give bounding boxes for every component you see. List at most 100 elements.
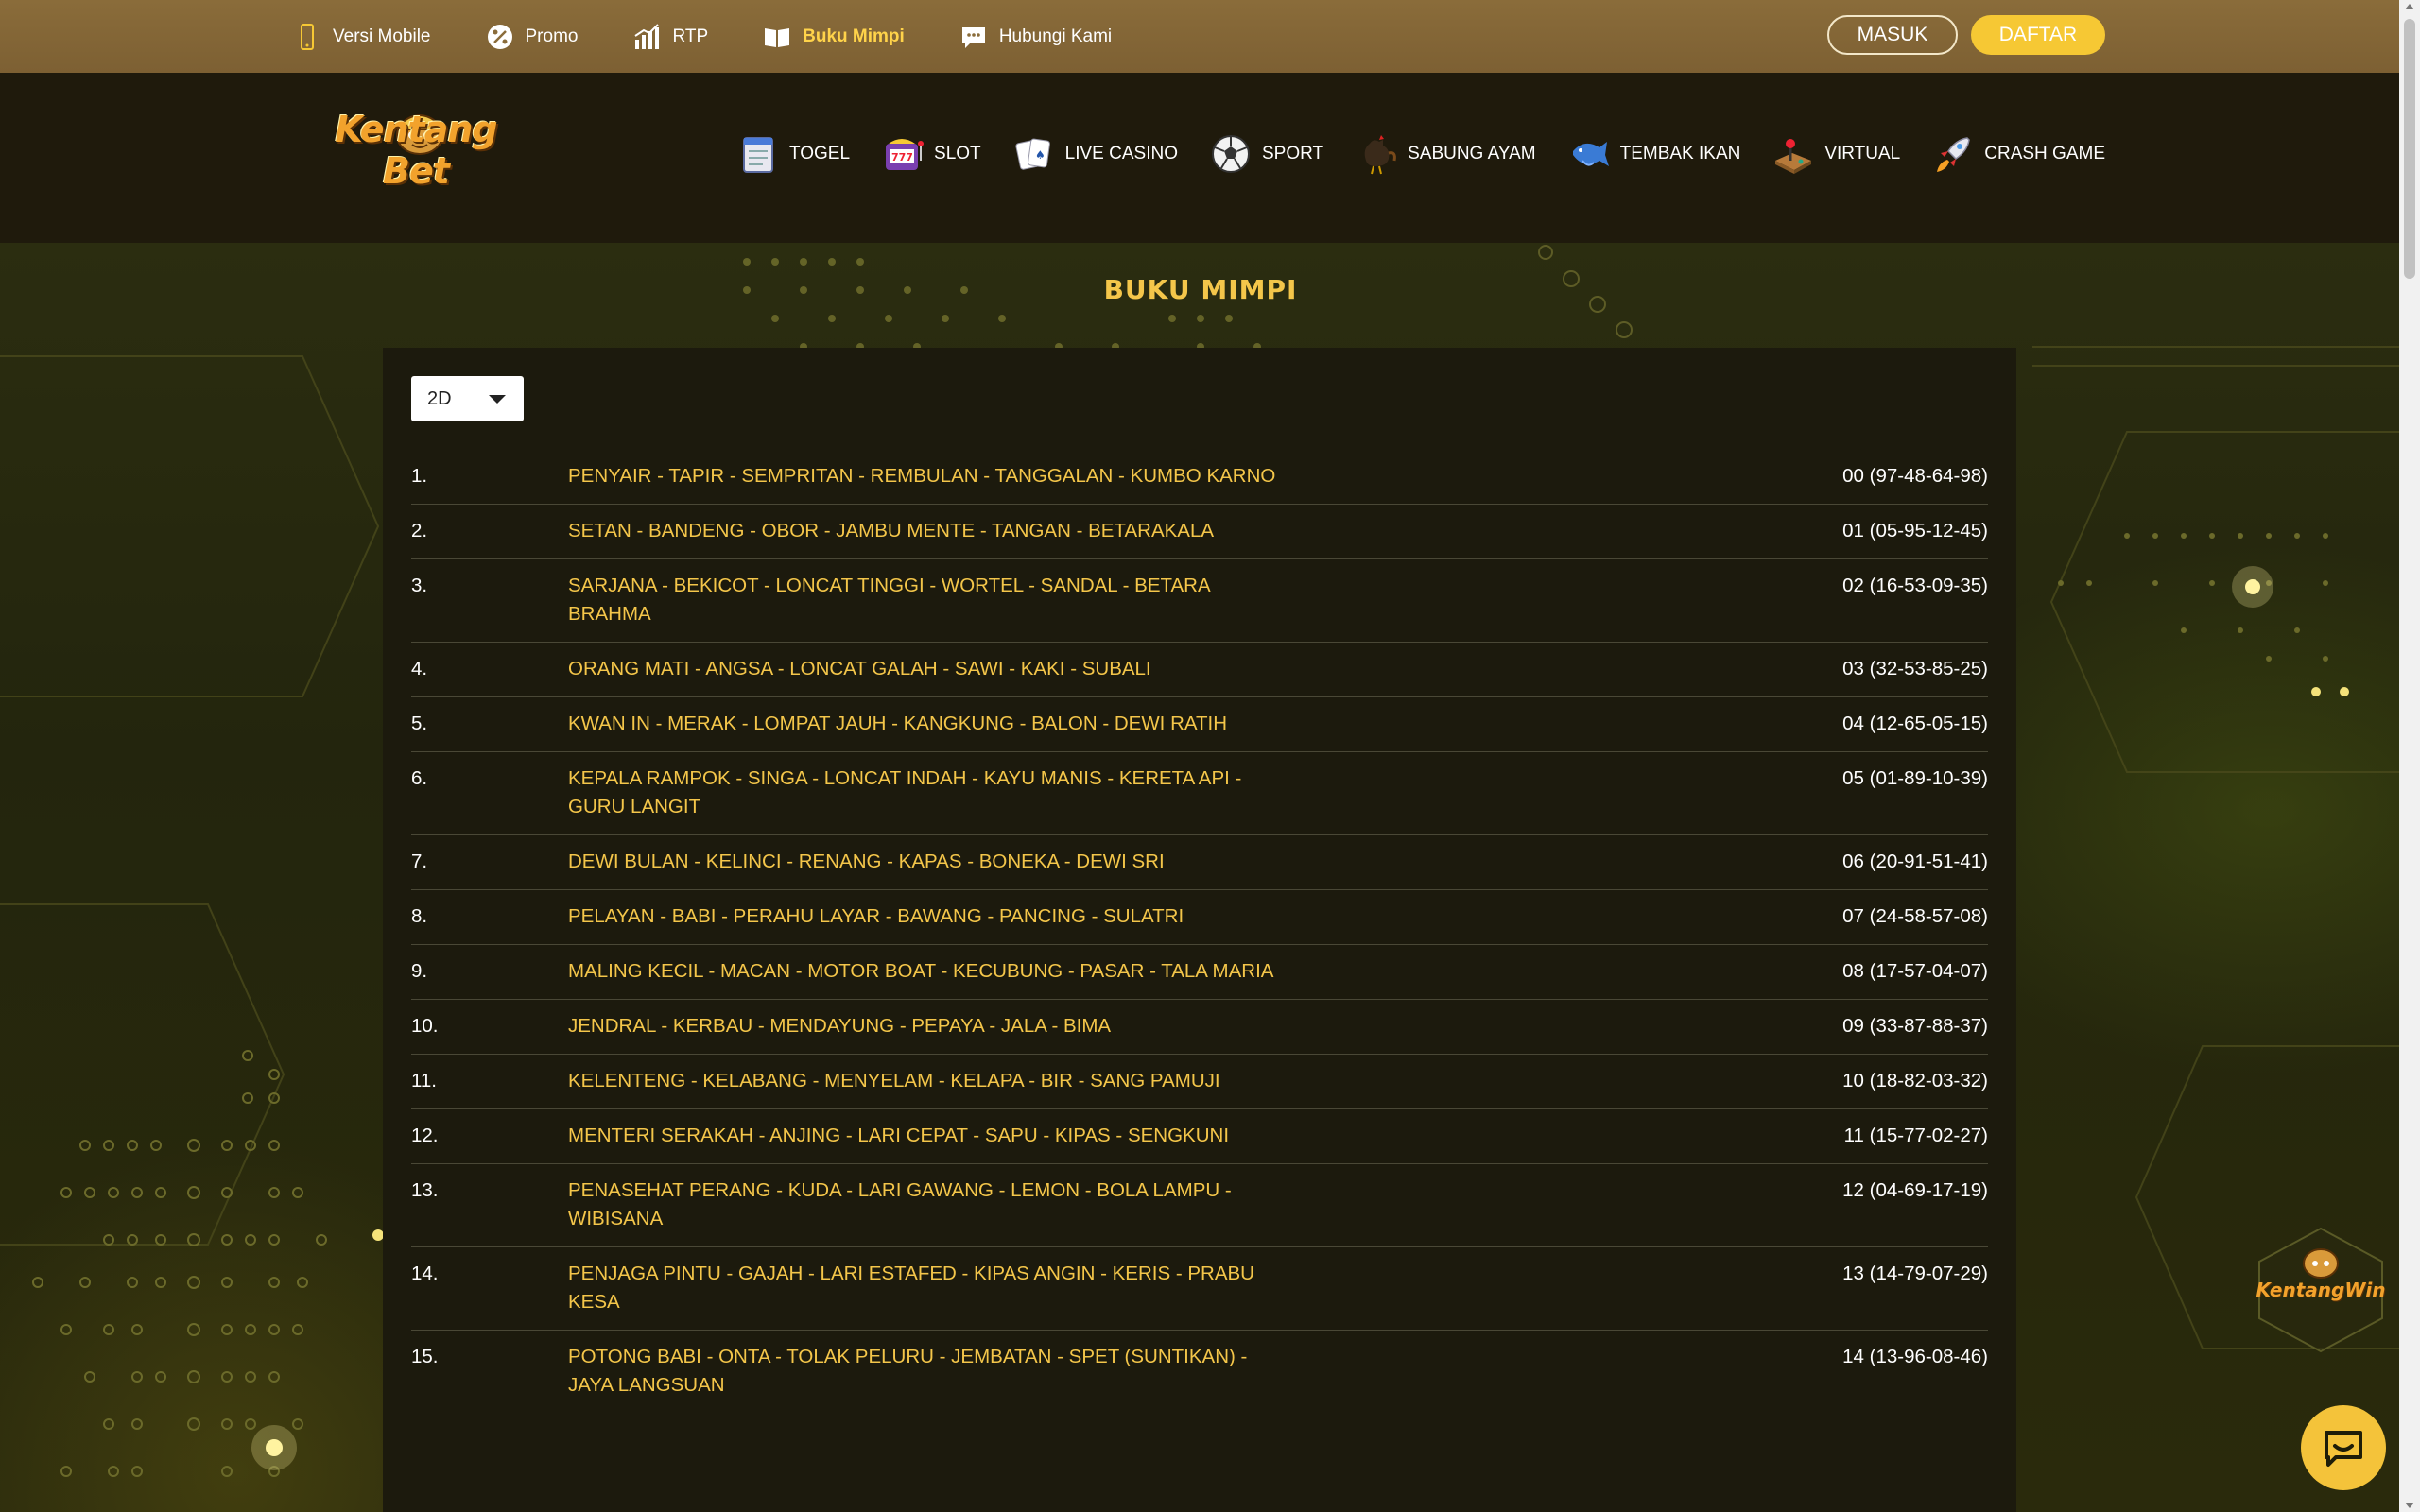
row-dream-words: KELENTENG - KELABANG - MENYELAM - KELAPA… <box>568 1070 1220 1091</box>
login-button[interactable]: MASUK <box>1827 15 1958 55</box>
topnav-hubungi-kami[interactable]: Hubungi Kami <box>959 23 1112 51</box>
main-header: Kentang Bet TOGEL 777 SLOT ♠ LIVE CASINO… <box>0 73 2399 243</box>
scrollbar-thumb[interactable] <box>2404 19 2415 279</box>
top-bar: Versi Mobile Promo RTP Buku Mimpi Hubung… <box>0 0 2399 73</box>
gamenav-sport[interactable]: SPORT <box>1209 132 1323 176</box>
row-number: 1. <box>411 465 428 487</box>
gamenav-slot[interactable]: 777 SLOT <box>881 132 981 176</box>
row-number-code: 09 (33-87-88-37) <box>1842 1015 1988 1037</box>
row-number-code: 02 (16-53-09-35) <box>1842 575 1988 596</box>
row-number: 11. <box>411 1070 437 1091</box>
gamenav-live-casino[interactable]: ♠ LIVE CASINO <box>1012 132 1178 176</box>
row-number: 6. <box>411 767 428 789</box>
dream-list: 1. PENYAIR - TAPIR - SEMPRITAN - REMBULAN… <box>411 450 1988 1413</box>
row-number: 10. <box>411 1015 439 1037</box>
gamenav-sabung-ayam[interactable]: SABUNG AYAM <box>1355 132 1536 176</box>
select-value: 2D <box>427 387 452 409</box>
row-number: 13. <box>411 1179 439 1201</box>
row-dream-words: PENASEHAT PERANG - KUDA - LARI GAWANG - … <box>568 1179 1232 1229</box>
dream-row: 9. MALING KECIL - MACAN - MOTOR BOAT - KE… <box>411 945 1988 1000</box>
gamenav-tembak-ikan[interactable]: TEMBAK IKAN <box>1567 132 1741 176</box>
rooster-icon <box>1364 135 1396 175</box>
row-dream-words: KWAN IN - MERAK - LOMPAT JAUH - KANGKUNG… <box>568 713 1228 734</box>
topnav-versi-mobile[interactable]: Versi Mobile <box>293 23 431 51</box>
row-number-code: 05 (01-89-10-39) <box>1842 767 1988 789</box>
dream-row: 3. SARJANA - BEKICOT - LONCAT TINGGI - WO… <box>411 559 1988 643</box>
dream-row: 12. MENTERI SERAKAH - ANJING - LARI CEPAT… <box>411 1109 1988 1164</box>
row-number-code: 06 (20-91-51-41) <box>1842 850 1988 872</box>
row-number-code: 03 (32-53-85-25) <box>1842 658 1988 679</box>
row-number-code: 01 (05-95-12-45) <box>1842 520 1988 541</box>
gamenav-crash-game[interactable]: CRASH GAME <box>1931 132 2105 176</box>
dream-row: 2. SETAN - BANDENG - OBOR - JAMBU MENTE -… <box>411 505 1988 559</box>
percent-badge-icon <box>487 24 512 49</box>
row-dream-words: PENJAGA PINTU - GAJAH - LARI ESTAFED - K… <box>568 1263 1254 1313</box>
bar-chart-icon <box>634 23 660 49</box>
gamenav-togel[interactable]: TOGEL <box>736 132 850 176</box>
dream-row: 7. DEWI BULAN - KELINCI - RENANG - KAPAS … <box>411 835 1988 890</box>
row-number-code: 07 (24-58-57-08) <box>1842 905 1988 927</box>
row-dream-words: KEPALA RAMPOK - SINGA - LONCAT INDAH - K… <box>568 767 1242 817</box>
row-number: 4. <box>411 658 428 679</box>
row-dream-words: POTONG BABI - ONTA - TOLAK PELURU - JEMB… <box>568 1346 1248 1396</box>
row-number-code: 04 (12-65-05-15) <box>1842 713 1988 734</box>
row-dream-words: MALING KECIL - MACAN - MOTOR BOAT - KECU… <box>568 960 1274 982</box>
gamenav-label: VIRTUAL <box>1824 144 1901 163</box>
gamenav-label: SPORT <box>1261 144 1324 163</box>
row-dream-words: JENDRAL - KERBAU - MENDAYUNG - PEPAYA - … <box>568 1015 1112 1037</box>
row-number-code: 11 (15-77-02-27) <box>1843 1125 1988 1146</box>
row-dream-words: DEWI BULAN - KELINCI - RENANG - KAPAS - … <box>568 850 1165 872</box>
row-number-code: 14 (13-96-08-46) <box>1842 1346 1988 1367</box>
dream-row: 14. PENJAGA PINTU - GAJAH - LARI ESTAFED … <box>411 1247 1988 1331</box>
gamenav-label: SABUNG AYAM <box>1408 144 1536 163</box>
dream-row: 1. PENYAIR - TAPIR - SEMPRITAN - REMBULAN… <box>411 450 1988 505</box>
dream-row: 10. JENDRAL - KERBAU - MENDAYUNG - PEPAYA… <box>411 1000 1988 1055</box>
notepad-icon <box>742 137 773 173</box>
badge-text: KentangWin <box>2256 1279 2386 1301</box>
type-select[interactable]: 2D <box>411 376 524 421</box>
arcade-joystick-icon <box>1775 139 1812 174</box>
row-dream-words: SETAN - BANDENG - OBOR - JAMBU MENTE - T… <box>568 520 1215 541</box>
register-button[interactable]: DAFTAR <box>1971 15 2105 55</box>
soccer-ball-icon <box>1211 135 1250 173</box>
gamenav-label: SLOT <box>934 144 981 163</box>
gamenav-label: TEMBAK IKAN <box>1619 144 1741 163</box>
dream-row: 6. KEPALA RAMPOK - SINGA - LONCAT INDAH -… <box>411 752 1988 835</box>
chat-bubble-icon <box>961 26 985 48</box>
scroll-up-icon[interactable] <box>2405 4 2414 9</box>
row-number: 14. <box>411 1263 439 1284</box>
dream-row: 4. ORANG MATI - ANGSA - LONCAT GALAH - SA… <box>411 643 1988 697</box>
chevron-down-icon <box>489 395 506 404</box>
row-dream-words: PELAYAN - BABI - PERAHU LAYAR - BAWANG -… <box>568 905 1184 927</box>
row-number: 8. <box>411 905 428 927</box>
row-number: 2. <box>411 520 428 541</box>
row-dream-words: ORANG MATI - ANGSA - LONCAT GALAH - SAWI… <box>568 658 1151 679</box>
row-number: 3. <box>411 575 428 596</box>
dream-row: 11. KELENTENG - KELABANG - MENYELAM - KEL… <box>411 1055 1988 1109</box>
kentangwin-badge[interactable]: KentangWin <box>2250 1224 2392 1356</box>
dream-book-panel: 2D 1. PENYAIR - TAPIR - SEMPRITAN - REMBU… <box>383 348 2016 1512</box>
live-chat-button[interactable] <box>2301 1405 2386 1490</box>
rocket-icon <box>1937 137 1971 172</box>
brand-logo[interactable]: Kentang Bet <box>316 109 516 194</box>
row-dream-words: MENTERI SERAKAH - ANJING - LARI CEPAT - … <box>568 1125 1230 1146</box>
open-book-icon <box>765 27 790 47</box>
scroll-down-icon[interactable] <box>2405 1503 2414 1508</box>
topnav-label: Versi Mobile <box>333 26 431 46</box>
page-scrollbar[interactable] <box>2399 0 2420 1512</box>
dream-row: 13. PENASEHAT PERANG - KUDA - LARI GAWANG… <box>411 1164 1988 1247</box>
dream-row: 5. KWAN IN - MERAK - LOMPAT JAUH - KANGKU… <box>411 697 1988 752</box>
row-number-code: 12 (04-69-17-19) <box>1842 1179 1988 1201</box>
topnav-buku-mimpi[interactable]: Buku Mimpi <box>763 23 905 51</box>
row-number: 5. <box>411 713 428 734</box>
topnav-promo[interactable]: Promo <box>486 23 578 51</box>
fish-icon <box>1572 142 1609 166</box>
slot-machine-icon: 777 <box>886 139 925 170</box>
row-number-code: 10 (18-82-03-32) <box>1842 1070 1988 1091</box>
row-number-code: 08 (17-57-04-07) <box>1842 960 1988 982</box>
topnav-rtp[interactable]: RTP <box>632 23 708 51</box>
gamenav-virtual[interactable]: VIRTUAL <box>1772 132 1900 176</box>
playing-cards-icon: ♠ <box>1015 138 1050 170</box>
auth-buttons: MASUK DAFTAR <box>1827 15 2105 55</box>
gamenav-label: LIVE CASINO <box>1064 144 1178 163</box>
